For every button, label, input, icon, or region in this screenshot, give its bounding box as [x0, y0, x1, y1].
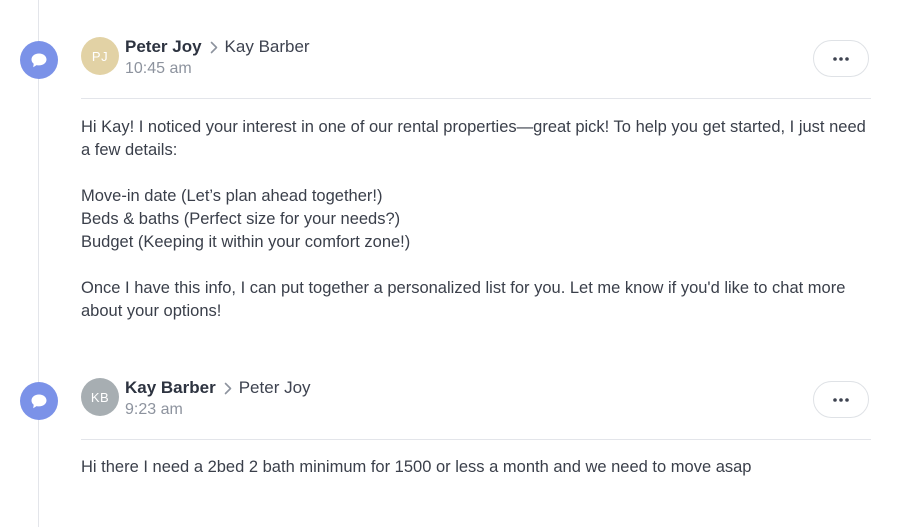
- ellipsis-icon: [833, 56, 849, 61]
- message-divider: [81, 439, 871, 440]
- avatar-initials: KB: [90, 389, 110, 405]
- avatar-initials: PJ: [91, 48, 109, 64]
- timeline-line: [38, 0, 39, 527]
- recipient-name[interactable]: Peter Joy: [239, 378, 311, 398]
- message-text: Hi there I need a 2bed 2 bath minimum fo…: [81, 458, 752, 476]
- chevron-right-icon: [224, 382, 232, 395]
- message-intro: Hi Kay! I noticed your interest in one o…: [81, 118, 866, 159]
- conversation-timeline: PJ Peter Joy Kay Barber 10:45 am Hi Kay!…: [0, 0, 917, 527]
- sender-name[interactable]: Peter Joy: [125, 37, 202, 57]
- message-divider: [81, 98, 871, 99]
- list-item: Beds & baths (Perfect size for your need…: [81, 210, 401, 228]
- chat-bubble-icon: [20, 382, 58, 420]
- recipient-name[interactable]: Kay Barber: [225, 37, 310, 57]
- more-options-button[interactable]: [813, 40, 869, 77]
- ellipsis-icon: [833, 397, 849, 402]
- message-body: Hi Kay! I noticed your interest in one o…: [81, 116, 871, 323]
- list-item: Budget (Keeping it within your comfort z…: [81, 233, 411, 251]
- message-body: Hi there I need a 2bed 2 bath minimum fo…: [81, 456, 871, 479]
- list-item: Move-in date (Let’s plan ahead together!…: [81, 187, 383, 205]
- more-options-button[interactable]: [813, 381, 869, 418]
- chevron-right-icon: [210, 41, 218, 54]
- avatar: KB: [81, 378, 119, 416]
- chat-bubble-icon: [20, 41, 58, 79]
- message-details-list: Move-in date (Let’s plan ahead together!…: [81, 185, 871, 254]
- message-header: Peter Joy Kay Barber: [125, 37, 310, 57]
- message-timestamp: 9:23 am: [125, 401, 183, 418]
- avatar: PJ: [81, 37, 119, 75]
- sender-name[interactable]: Kay Barber: [125, 378, 216, 398]
- message-timestamp: 10:45 am: [125, 60, 192, 77]
- message-closing: Once I have this info, I can put togethe…: [81, 279, 846, 320]
- message-header: Kay Barber Peter Joy: [125, 378, 311, 398]
